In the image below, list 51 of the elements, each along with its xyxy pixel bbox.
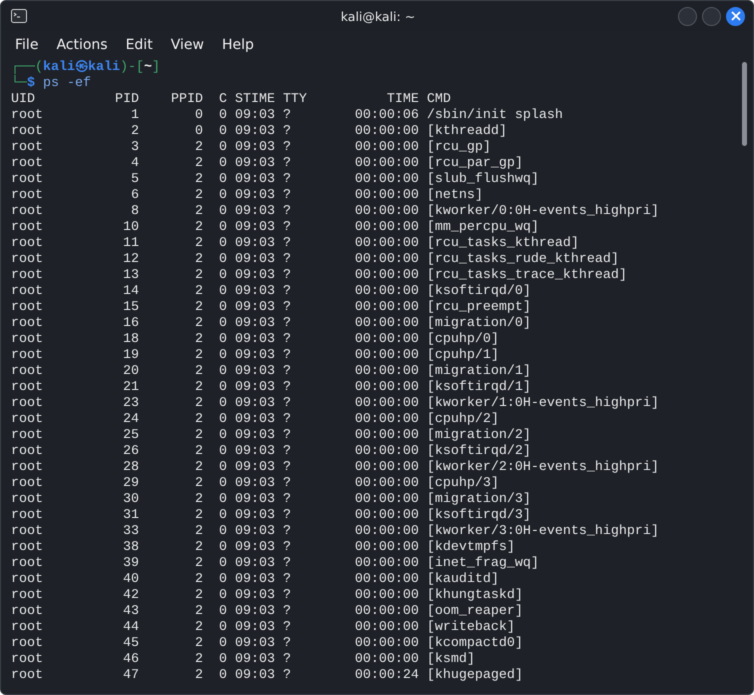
process-line: root 28 2 0 09:03 ? 00:00:00 [kworker/2:0H-events_highpri] (11, 460, 659, 476)
process-line: root 47 2 0 09:03 ? 00:00:24 [khugepaged] (11, 668, 523, 684)
prompt-line: ┌──(kali㉿kali)-[~] (11, 60, 160, 75)
maximize-button[interactable] (702, 6, 721, 26)
close-icon (730, 11, 740, 21)
process-line: root 19 2 0 09:03 ? 00:00:00 [cpuhp/1] (11, 348, 499, 364)
process-line: root 10 2 0 09:03 ? 00:00:00 [mm_percpu_wq] (11, 220, 539, 236)
process-line: root 40 2 0 09:03 ? 00:00:00 [kauditd] (11, 572, 499, 588)
process-line: root 16 2 0 09:03 ? 00:00:00 [migration/0] (11, 316, 531, 332)
process-line: root 26 2 0 09:03 ? 00:00:00 [ksoftirqd/2] (11, 444, 531, 460)
process-line: root 38 2 0 09:03 ? 00:00:00 [kdevtmpfs] (11, 540, 515, 556)
process-line: root 44 2 0 09:03 ? 00:00:00 [writeback] (11, 620, 515, 636)
process-line: root 20 2 0 09:03 ? 00:00:00 [migration/1] (11, 364, 531, 380)
menu-item[interactable]: File (6, 36, 48, 52)
process-line: root 13 2 0 09:03 ? 00:00:00 [rcu_tasks_trace_kthread] (11, 268, 627, 284)
menu-item[interactable]: View (162, 36, 213, 52)
process-line: root 30 2 0 09:03 ? 00:00:00 [migration/3] (11, 492, 531, 508)
process-line: root 29 2 0 09:03 ? 00:00:00 [cpuhp/3] (11, 476, 499, 492)
process-line: root 21 2 0 09:03 ? 00:00:00 [ksoftirqd/1] (11, 380, 531, 396)
process-line: root 42 2 0 09:03 ? 00:00:00 [khungtaskd] (11, 588, 523, 604)
process-line: root 1 0 0 09:03 ? 00:00:06 /sbin/init splash (11, 108, 563, 124)
process-line: root 45 2 0 09:03 ? 00:00:00 [kcompactd0] (11, 636, 523, 652)
process-line: root 33 2 0 09:03 ? 00:00:00 [kworker/3:0H-events_highpri] (11, 524, 659, 540)
process-line: root 23 2 0 09:03 ? 00:00:00 [kworker/1:0H-events_highpri] (11, 396, 659, 412)
menu-item[interactable]: Edit (116, 36, 162, 52)
process-line: root 3 2 0 09:03 ? 00:00:00 [rcu_gp] (11, 140, 491, 156)
process-line: root 11 2 0 09:03 ? 00:00:00 [rcu_tasks_kthread] (11, 236, 579, 252)
scrollbar-thumb[interactable] (742, 62, 747, 146)
process-line: root 18 2 0 09:03 ? 00:00:00 [cpuhp/0] (11, 332, 499, 348)
column-header: UID PID PPID C STIME TTY TIME CMD (11, 92, 451, 108)
process-line: root 8 2 0 09:03 ? 00:00:00 [kworker/0:0H-events_highpri] (11, 204, 659, 220)
terminal-icon (11, 9, 27, 23)
process-line: root 43 2 0 09:03 ? 00:00:00 [oom_reaper] (11, 604, 523, 620)
close-button[interactable] (726, 6, 745, 26)
process-line: root 39 2 0 09:03 ? 00:00:00 [inet_frag_wq] (11, 556, 539, 572)
process-line: root 31 2 0 09:03 ? 00:00:00 [ksoftirqd/3] (11, 508, 531, 524)
process-line: root 2 0 0 09:03 ? 00:00:00 [kthreadd] (11, 124, 507, 140)
process-line: root 14 2 0 09:03 ? 00:00:00 [ksoftirqd/0] (11, 284, 531, 300)
process-line: root 24 2 0 09:03 ? 00:00:00 [cpuhp/2] (11, 412, 499, 428)
process-line: root 4 2 0 09:03 ? 00:00:00 [rcu_par_gp] (11, 156, 523, 172)
prompt-line: └─$ ps -ef (11, 76, 91, 92)
process-line: root 5 2 0 09:03 ? 00:00:00 [slub_flushwq] (11, 172, 539, 188)
process-line: root 46 2 0 09:03 ? 00:00:00 [ksmd] (11, 652, 475, 668)
process-line: root 15 2 0 09:03 ? 00:00:00 [rcu_preempt] (11, 300, 531, 316)
menu-item[interactable]: Help (212, 36, 263, 52)
process-line: root 25 2 0 09:03 ? 00:00:00 [migration/2] (11, 428, 531, 444)
window-title: kali@kali: ~ (340, 8, 416, 24)
process-line: root 12 2 0 09:03 ? 00:00:00 [rcu_tasks_rude_kthread] (11, 252, 619, 268)
menu-item[interactable]: Actions (47, 36, 117, 52)
process-line: root 6 2 0 09:03 ? 00:00:00 [netns] (11, 188, 483, 204)
minimize-button[interactable] (678, 6, 697, 26)
